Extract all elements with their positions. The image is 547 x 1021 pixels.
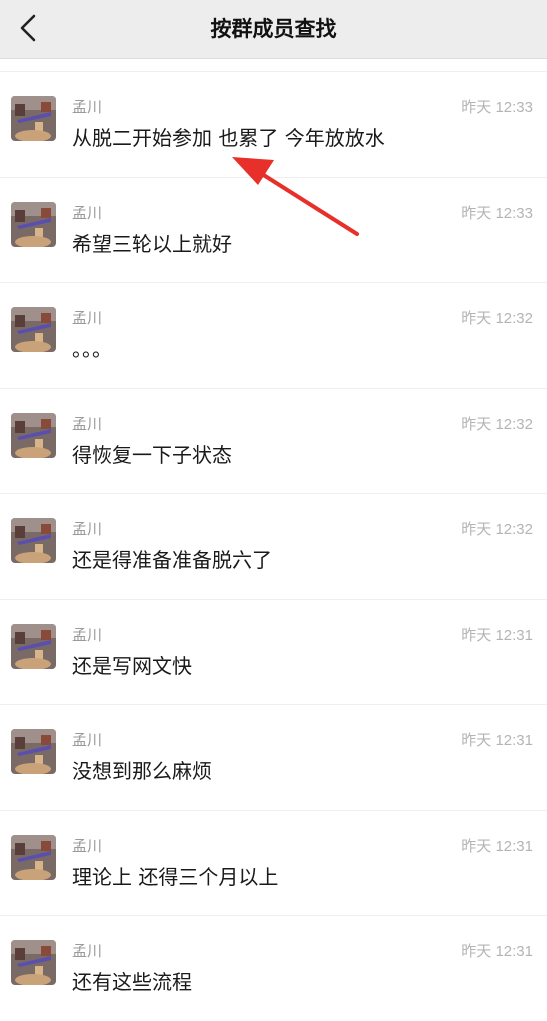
message-text: 。。。: [72, 337, 112, 361]
list-item[interactable]: 孟川 昨天 12:31 还有这些流程: [0, 915, 547, 1021]
avatar[interactable]: [11, 623, 56, 669]
message-time: 昨天 12:32: [461, 415, 533, 433]
sender-name: 孟川: [72, 414, 103, 433]
avatar[interactable]: [11, 940, 56, 985]
nav-bar: 按群成员查找: [0, 0, 547, 59]
sender-name: 孟川: [72, 625, 103, 644]
avatar[interactable]: [11, 307, 56, 352]
message-text: 还是写网文快: [72, 653, 192, 678]
sender-name: 孟川: [72, 520, 103, 538]
list-item[interactable]: 孟川 昨天 12:32 得恢复一下子状态: [0, 387, 547, 494]
message-list: 孟川 昨天 12:33 从脱二开始参加 也累了 今年放放水 孟川 昨天 12:3…: [0, 71, 547, 1021]
sender-name: 孟川: [72, 309, 103, 327]
message-time: 昨天 12:31: [461, 732, 533, 749]
list-item[interactable]: 孟川 昨天 12:31 理论上 还得三个月以上: [0, 809, 547, 916]
message-time: 昨天 12:33: [461, 204, 533, 222]
message-text: 没想到那么麻烦: [72, 759, 212, 783]
message-time: 昨天 12:33: [461, 99, 533, 116]
message-text: 还有这些流程: [72, 970, 192, 994]
avatar[interactable]: [11, 96, 56, 141]
list-item[interactable]: 孟川 昨天 12:32 还是得准备准备脱六了: [0, 493, 547, 599]
message-time: 昨天 12:31: [461, 943, 533, 960]
sender-name: 孟川: [72, 836, 103, 855]
sender-name: 孟川: [72, 203, 103, 222]
avatar[interactable]: [11, 834, 56, 880]
message-time: 昨天 12:31: [461, 626, 533, 644]
sender-name: 孟川: [72, 942, 103, 960]
sender-name: 孟川: [72, 731, 103, 749]
avatar[interactable]: [11, 518, 56, 563]
avatar[interactable]: [11, 201, 56, 247]
list-item[interactable]: 孟川 昨天 12:31 还是写网文快: [0, 598, 547, 705]
message-text: 得恢复一下子状态: [72, 442, 232, 467]
avatar[interactable]: [11, 412, 56, 458]
message-time: 昨天 12:32: [461, 310, 533, 327]
message-text: 从脱二开始参加 也累了 今年放放水: [72, 126, 385, 150]
list-item[interactable]: 孟川 昨天 12:33 从脱二开始参加 也累了 今年放放水: [0, 71, 547, 177]
message-text: 还是得准备准备脱六了: [72, 548, 272, 572]
list-item[interactable]: 孟川 昨天 12:32 。。。: [0, 282, 547, 388]
message-time: 昨天 12:32: [461, 521, 533, 538]
page-title: 按群成员查找: [210, 17, 337, 41]
spacer: [0, 59, 547, 71]
message-text: 希望三轮以上就好: [72, 231, 232, 256]
message-time: 昨天 12:31: [461, 837, 533, 855]
sender-name: 孟川: [72, 98, 103, 116]
list-item[interactable]: 孟川 昨天 12:31 没想到那么麻烦: [0, 704, 547, 810]
message-text: 理论上 还得三个月以上: [72, 864, 279, 889]
avatar[interactable]: [11, 729, 56, 774]
list-item[interactable]: 孟川 昨天 12:33 希望三轮以上就好: [0, 176, 547, 283]
